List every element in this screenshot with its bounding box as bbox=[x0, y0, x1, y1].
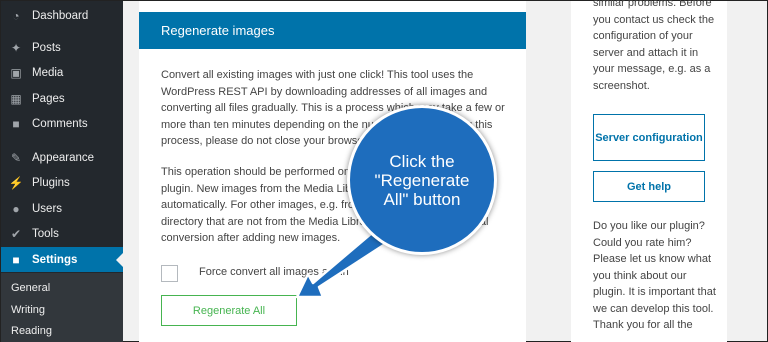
instruction-callout: Click the "Regenerate All" button bbox=[347, 105, 497, 255]
screenshot-frame: ◔ Dashboard ✦ Posts ▣ Media ▦ Pages ■ Co… bbox=[0, 0, 768, 342]
callout-text: Click the "Regenerate All" button bbox=[374, 151, 470, 209]
